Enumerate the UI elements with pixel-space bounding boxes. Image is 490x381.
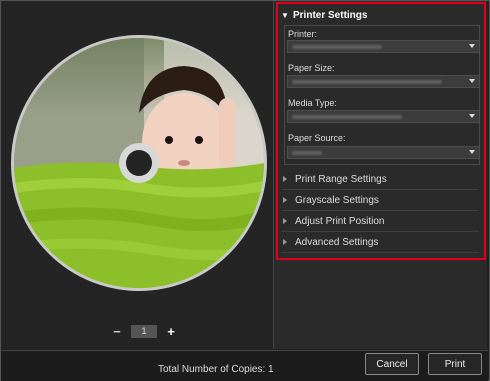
disc-label-preview bbox=[11, 35, 267, 291]
section-adjust-position[interactable]: Adjust Print Position bbox=[281, 211, 479, 232]
printer-label: Printer: bbox=[288, 29, 318, 39]
section-label: Advanced Settings bbox=[295, 236, 379, 248]
paper-source-label: Paper Source: bbox=[288, 133, 346, 143]
section-print-range[interactable]: Print Range Settings bbox=[281, 169, 479, 190]
section-label: Grayscale Settings bbox=[295, 194, 379, 206]
paper-size-value-obscured bbox=[292, 80, 442, 84]
print-button[interactable]: Print bbox=[428, 353, 482, 375]
preview-pane: − 1 + bbox=[1, 1, 274, 349]
printer-settings-title: Printer Settings bbox=[293, 9, 368, 21]
printer-value-obscured bbox=[292, 45, 382, 49]
media-type-select[interactable] bbox=[287, 110, 480, 123]
zoom-out-button[interactable]: − bbox=[111, 324, 123, 339]
zoom-value[interactable]: 1 bbox=[131, 324, 157, 338]
expand-right-icon bbox=[283, 176, 287, 182]
cancel-button[interactable]: Cancel bbox=[365, 353, 419, 375]
paper-size-label: Paper Size: bbox=[288, 63, 335, 73]
section-grayscale[interactable]: Grayscale Settings bbox=[281, 190, 479, 211]
total-copies: Total Number of Copies: 1 bbox=[158, 364, 274, 375]
media-type-label: Media Type: bbox=[288, 98, 337, 108]
expand-right-icon bbox=[283, 197, 287, 203]
paper-size-select[interactable] bbox=[287, 75, 480, 88]
zoom-in-button[interactable]: + bbox=[165, 324, 177, 339]
chevron-down-icon bbox=[469, 150, 475, 154]
expand-right-icon bbox=[283, 218, 287, 224]
paper-source-value-obscured bbox=[292, 151, 322, 155]
section-label: Print Range Settings bbox=[295, 173, 387, 185]
expand-right-icon bbox=[283, 239, 287, 245]
zoom-control: − 1 + bbox=[111, 324, 191, 339]
paper-source-select[interactable] bbox=[287, 146, 480, 159]
expand-down-icon: ▼ bbox=[281, 10, 289, 20]
chevron-down-icon bbox=[469, 114, 475, 118]
printer-settings-header[interactable]: ▼ Printer Settings bbox=[281, 7, 481, 23]
printer-select[interactable] bbox=[287, 40, 480, 53]
section-advanced[interactable]: Advanced Settings bbox=[281, 232, 479, 253]
chevron-down-icon bbox=[469, 44, 475, 48]
disc-artwork bbox=[14, 38, 264, 288]
media-type-value-obscured bbox=[292, 115, 402, 119]
section-label: Adjust Print Position bbox=[295, 215, 385, 227]
chevron-down-icon bbox=[469, 79, 475, 83]
